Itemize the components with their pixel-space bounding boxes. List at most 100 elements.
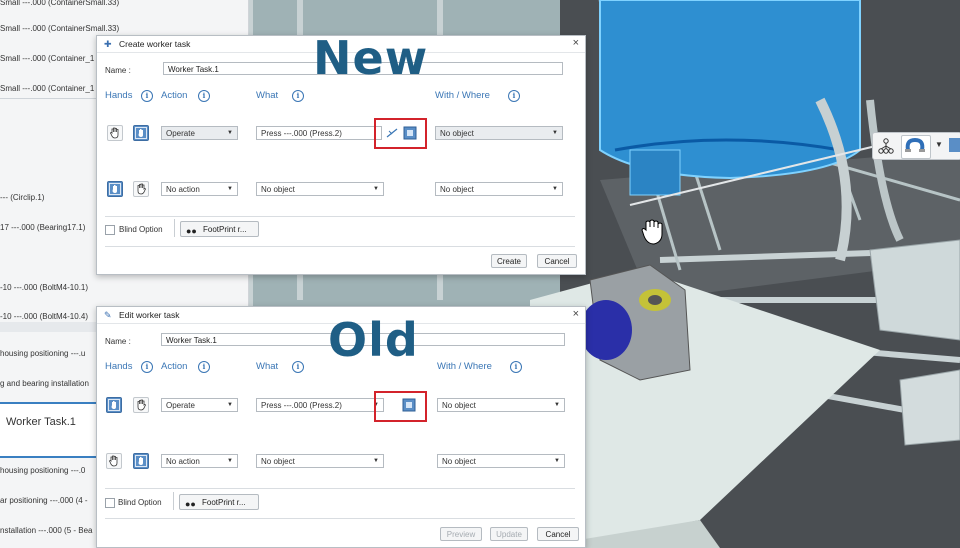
tree-item[interactable]: Small ---.000 (ContainerSmall.33) (0, 24, 119, 33)
preview-button[interactable]: Preview (440, 527, 482, 541)
tree-icon[interactable] (877, 137, 895, 155)
what-select[interactable]: No object ▼ (256, 182, 384, 196)
create-button[interactable]: Create (491, 254, 527, 268)
right-hand-button[interactable] (133, 181, 149, 197)
with-where-value: No object (442, 401, 476, 410)
chevron-down-icon: ▼ (373, 186, 379, 192)
footprint-button[interactable]: ●● FootPrint r... (180, 221, 259, 237)
left-hand-button[interactable] (107, 125, 123, 141)
tree-item[interactable]: -10 ---.000 (BoltM4-10.4) (0, 312, 88, 321)
tree-item[interactable]: Small ---.000 (Container_1 (0, 84, 94, 93)
right-hand-button[interactable] (133, 125, 149, 141)
chevron-down-icon[interactable]: ▼ (935, 140, 943, 149)
footprint-label: FootPrint r... (202, 498, 246, 507)
right-hand-button[interactable] (133, 453, 149, 469)
blind-option-checkbox[interactable] (105, 498, 115, 508)
action-header: Action (161, 90, 188, 101)
divider (105, 488, 575, 489)
tree-item[interactable]: nstallation ---.000 (5 - Bea (0, 526, 93, 535)
chevron-down-icon: ▼ (552, 130, 558, 136)
info-icon[interactable]: i (292, 90, 304, 102)
footprint-icon: ●● (185, 499, 196, 509)
what-value: No object (261, 185, 295, 194)
info-icon[interactable]: i (198, 361, 210, 373)
tree-item[interactable]: --- (Circlip.1) (0, 193, 44, 202)
footprint-icon: ●● (186, 226, 197, 236)
tree-item[interactable]: housing positioning ---.0 (0, 466, 85, 475)
action-value: No action (166, 457, 200, 466)
divider (105, 216, 575, 217)
dialog-title: Create worker task (119, 39, 191, 49)
divider (173, 492, 174, 510)
action-select[interactable]: Operate ▼ (161, 398, 238, 412)
chevron-down-icon: ▼ (227, 458, 233, 464)
action-select[interactable]: Operate ▼ (161, 126, 238, 140)
info-icon[interactable]: i (198, 90, 210, 102)
blind-option-checkbox[interactable] (105, 225, 115, 235)
tree-item[interactable]: Small ---.000 (Container_1 (0, 54, 94, 63)
info-icon[interactable]: i (141, 90, 153, 102)
what-field[interactable]: Press ---.000 (Press.2) (256, 126, 382, 140)
action-value: Operate (166, 401, 195, 410)
info-icon[interactable]: i (510, 361, 522, 373)
tree-item[interactable]: housing positioning ---.u (0, 349, 85, 358)
action-header: Action (161, 361, 188, 372)
tree-item[interactable]: -10 ---.000 (BoltM4-10.1) (0, 283, 88, 292)
close-icon[interactable]: × (573, 37, 579, 49)
action-value: Operate (166, 129, 195, 138)
context-toolbar: ▼ (872, 132, 960, 160)
dialog-title: Edit worker task (119, 310, 180, 320)
what-value: No object (261, 457, 295, 466)
footprint-button[interactable]: ●● FootPrint r... (179, 494, 259, 510)
with-where-select[interactable]: No object ▼ (437, 454, 565, 468)
blind-option-label: Blind Option (119, 225, 163, 234)
name-label: Name : (105, 337, 131, 346)
left-hand-button[interactable] (106, 453, 122, 469)
with-where-header: With / Where (437, 361, 492, 372)
divider (105, 518, 575, 519)
with-where-select[interactable]: No object ▼ (437, 398, 565, 412)
info-icon[interactable]: i (292, 361, 304, 373)
update-button[interactable]: Update (490, 527, 528, 541)
tree-item-label: Worker Task.1 (6, 416, 76, 428)
blind-option-label: Blind Option (118, 498, 162, 507)
tree-item[interactable]: g and bearing installation (0, 379, 89, 388)
left-hand-button[interactable] (106, 397, 122, 413)
chevron-down-icon: ▼ (227, 402, 233, 408)
with-where-value: No object (442, 457, 476, 466)
highlight-box (374, 118, 427, 149)
what-value: Press ---.000 (Press.2) (261, 129, 342, 138)
tree-item[interactable]: 17 ---.000 (Bearing17.1) (0, 223, 85, 232)
with-where-select[interactable]: No object ▼ (435, 182, 563, 196)
with-where-value: No object (440, 185, 474, 194)
tree-item[interactable]: ar positioning ---.000 (4 - (0, 496, 88, 505)
what-select[interactable]: Press ---.000 (Press.2) ▼ (256, 398, 384, 412)
right-hand-button[interactable] (133, 397, 149, 413)
hands-header: Hands (105, 361, 133, 372)
create-task-icon: ✚ (104, 39, 112, 49)
new-caption: New (313, 31, 429, 85)
name-label: Name : (105, 66, 131, 75)
chevron-down-icon: ▼ (554, 458, 560, 464)
divider (105, 246, 575, 247)
cancel-button[interactable]: Cancel (537, 527, 579, 541)
cancel-button[interactable]: Cancel (537, 254, 577, 268)
hands-header: Hands (105, 90, 133, 101)
tree-item[interactable]: Small ---.000 (ContainerSmall.33) (0, 0, 119, 7)
what-select[interactable]: No object ▼ (256, 454, 384, 468)
with-where-select[interactable]: No object ▼ (435, 126, 563, 140)
close-icon[interactable]: × (573, 308, 579, 320)
action-value: No action (166, 185, 200, 194)
highlight-box (374, 391, 427, 422)
info-icon[interactable]: i (508, 90, 520, 102)
action-select[interactable]: No action ▼ (161, 182, 238, 196)
what-header: What (256, 361, 279, 372)
select-object-icon[interactable] (949, 138, 960, 152)
chevron-down-icon: ▼ (227, 130, 233, 136)
chevron-down-icon: ▼ (552, 186, 558, 192)
info-icon[interactable]: i (141, 361, 153, 373)
what-value: Press ---.000 (Press.2) (261, 401, 342, 410)
action-select[interactable]: No action ▼ (161, 454, 238, 468)
left-hand-button[interactable] (107, 181, 123, 197)
magnet-icon[interactable] (901, 135, 931, 159)
